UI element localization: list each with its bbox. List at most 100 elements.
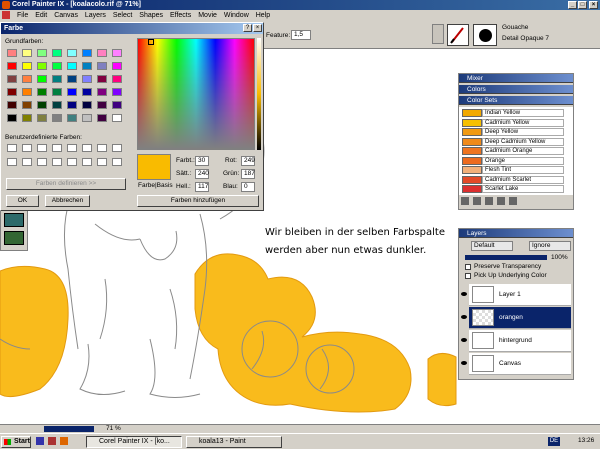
custom-color-swatch[interactable] (97, 144, 107, 152)
layer-row[interactable]: hintergrund (461, 330, 571, 352)
layer-row[interactable]: orangen (461, 307, 571, 329)
basic-color-swatch[interactable] (7, 88, 17, 96)
eye-icon[interactable] (461, 315, 467, 319)
green-input[interactable]: 187 (241, 169, 255, 179)
basic-color-swatch[interactable] (7, 49, 17, 57)
colors-panel-header[interactable]: Colors (459, 85, 573, 94)
dialog-help-button[interactable]: ? (243, 24, 252, 32)
language-indicator[interactable]: DE (548, 437, 560, 446)
color-set-item[interactable]: Orange (462, 156, 564, 166)
luminance-slider[interactable] (257, 38, 261, 150)
basic-color-swatch[interactable] (37, 101, 47, 109)
custom-color-swatch[interactable] (67, 144, 77, 152)
basic-color-swatch[interactable] (97, 62, 107, 70)
lum-input[interactable]: 117 (195, 182, 209, 192)
color-set-item[interactable]: Deep Yellow (462, 128, 564, 137)
menu-shapes[interactable]: Shapes (139, 12, 163, 19)
basic-color-swatch[interactable] (7, 62, 17, 70)
basic-color-swatch[interactable] (112, 49, 122, 57)
color-set-tool-icon[interactable] (461, 197, 469, 205)
custom-color-swatch[interactable] (7, 144, 17, 152)
basic-color-swatch[interactable] (112, 62, 122, 70)
basic-color-swatch[interactable] (52, 49, 62, 57)
custom-color-swatch[interactable] (82, 158, 92, 166)
menu-window[interactable]: Window (224, 12, 249, 19)
basic-color-swatch[interactable] (67, 62, 77, 70)
basic-color-swatch[interactable] (67, 75, 77, 83)
basic-color-swatch[interactable] (82, 62, 92, 70)
start-button[interactable]: Start (1, 436, 31, 448)
basic-color-swatch[interactable] (97, 88, 107, 96)
color-set-item[interactable]: Indian Yellow (462, 109, 564, 118)
basic-color-swatch[interactable] (52, 75, 62, 83)
basic-color-swatch[interactable] (97, 75, 107, 83)
zoom-slider[interactable] (44, 426, 94, 432)
menu-edit[interactable]: Edit (35, 12, 47, 19)
basic-color-swatch[interactable] (52, 101, 62, 109)
paper-icon[interactable] (4, 213, 24, 227)
custom-color-swatch[interactable] (82, 144, 92, 152)
color-set-item[interactable]: Deep Cadmium Yellow (462, 137, 564, 147)
basic-color-swatch[interactable] (22, 88, 32, 96)
opacity-slider[interactable] (465, 255, 547, 260)
mixer-panel-header[interactable]: Mixer (459, 74, 573, 83)
basic-color-swatch[interactable] (22, 49, 32, 57)
pick-up-color-checkbox[interactable] (465, 273, 471, 279)
basic-color-swatch[interactable] (82, 114, 92, 122)
quicklaunch-icon[interactable] (36, 437, 44, 445)
custom-color-swatch[interactable] (37, 158, 47, 166)
color-sets-panel-header[interactable]: Color Sets (459, 96, 573, 105)
color-set-item[interactable]: Scarlet Lake (462, 185, 564, 194)
maximize-button[interactable]: □ (578, 1, 587, 9)
custom-color-swatch[interactable] (7, 158, 17, 166)
basic-color-swatch[interactable] (7, 75, 17, 83)
custom-color-swatch[interactable] (97, 158, 107, 166)
color-set-item[interactable]: Flesh Tint (462, 166, 564, 175)
basic-color-swatch[interactable] (52, 62, 62, 70)
task-painter[interactable]: Corel Painter IX - [ko... (86, 436, 182, 448)
basic-color-swatch[interactable] (22, 75, 32, 83)
menu-help[interactable]: Help (256, 12, 270, 19)
custom-color-swatch[interactable] (22, 158, 32, 166)
basic-color-swatch[interactable] (67, 101, 77, 109)
custom-color-swatch[interactable] (112, 144, 122, 152)
basic-color-swatch[interactable] (52, 114, 62, 122)
basic-color-swatch[interactable] (112, 75, 122, 83)
ok-button[interactable]: OK (6, 195, 39, 207)
basic-color-swatch[interactable] (82, 101, 92, 109)
add-color-button[interactable]: Farben hinzufügen (137, 195, 259, 207)
quicklaunch-icon[interactable] (48, 437, 56, 445)
basic-color-swatch[interactable] (52, 88, 62, 96)
eye-icon[interactable] (461, 361, 467, 365)
basic-color-swatch[interactable] (97, 49, 107, 57)
layer-row[interactable]: Layer 1 (461, 284, 571, 306)
basic-color-swatch[interactable] (22, 101, 32, 109)
composite-method-select[interactable]: Default (471, 241, 513, 251)
brush-variant-icon[interactable] (473, 24, 497, 46)
pattern-icon[interactable] (4, 231, 24, 245)
menu-effects[interactable]: Effects (170, 12, 191, 19)
menu-layers[interactable]: Layers (85, 12, 106, 19)
basic-color-swatch[interactable] (22, 62, 32, 70)
basic-color-swatch[interactable] (82, 75, 92, 83)
task-paint[interactable]: koala13 - Paint (186, 436, 282, 448)
basic-color-swatch[interactable] (67, 88, 77, 96)
brush-category-icon[interactable] (447, 24, 469, 46)
custom-color-swatch[interactable] (37, 144, 47, 152)
feature-input[interactable]: 1,5 (291, 30, 311, 40)
basic-color-swatch[interactable] (7, 101, 17, 109)
menu-movie[interactable]: Movie (198, 12, 217, 19)
color-set-item[interactable]: Cadmium Yellow (462, 118, 564, 128)
minimize-button[interactable]: _ (568, 1, 577, 9)
basic-color-swatch[interactable] (112, 114, 122, 122)
basic-color-swatch[interactable] (37, 88, 47, 96)
custom-color-swatch[interactable] (112, 158, 122, 166)
color-set-tool-icon[interactable] (472, 197, 481, 205)
menu-select[interactable]: Select (113, 12, 132, 19)
color-set-tool-icon[interactable] (496, 197, 505, 205)
basic-color-swatch[interactable] (7, 114, 17, 122)
custom-color-swatch[interactable] (67, 158, 77, 166)
menu-canvas[interactable]: Canvas (54, 12, 78, 19)
quicklaunch-icon[interactable] (60, 437, 68, 445)
custom-color-swatch[interactable] (52, 158, 62, 166)
